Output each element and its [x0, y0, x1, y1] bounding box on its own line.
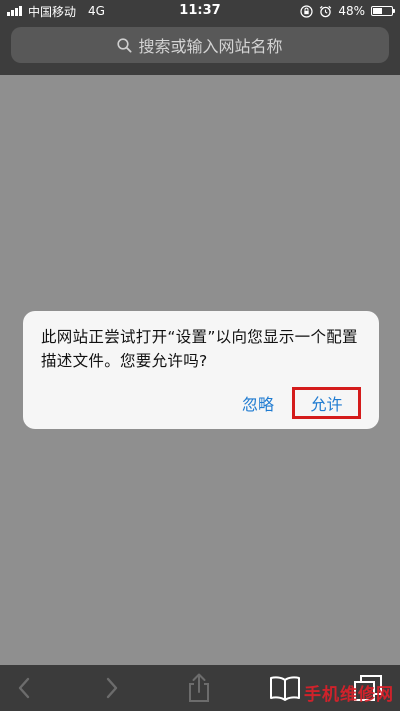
status-right: 48%	[300, 0, 395, 22]
status-bar: 中国移动 4G 11:37 48%	[0, 0, 400, 22]
forward-icon	[105, 677, 119, 699]
share-icon	[187, 673, 211, 703]
battery-percent: 48%	[338, 4, 365, 18]
bookmarks-button[interactable]	[265, 665, 305, 711]
share-button[interactable]	[179, 665, 219, 711]
search-input[interactable]: 搜索或输入网站名称	[11, 27, 389, 63]
forward-button[interactable]	[92, 665, 132, 711]
battery-fill	[373, 8, 382, 14]
orientation-lock-icon	[300, 4, 313, 18]
battery-icon	[371, 6, 395, 16]
search-icon	[117, 37, 132, 53]
bookmarks-icon	[269, 675, 301, 701]
dialog-message: 此网站正尝试打开“设置”以向您显示一个配置描述文件。您要允许吗?	[41, 328, 358, 370]
search-placeholder: 搜索或输入网站名称	[138, 37, 283, 56]
back-icon	[17, 677, 31, 699]
allow-button[interactable]: 允许	[292, 387, 361, 419]
ignore-button[interactable]: 忽略	[242, 391, 274, 415]
configuration-profile-dialog: 此网站正尝试打开“设置”以向您显示一个配置描述文件。您要允许吗? 忽略 允许	[23, 311, 379, 429]
bottom-toolbar: 手机维修网	[0, 665, 400, 711]
watermark: 手机维修网	[304, 685, 394, 705]
dialog-actions: 忽略 允许	[242, 387, 361, 419]
address-bar-area: 搜索或输入网站名称	[0, 22, 400, 75]
alarm-icon	[319, 5, 332, 18]
back-button[interactable]	[4, 665, 44, 711]
